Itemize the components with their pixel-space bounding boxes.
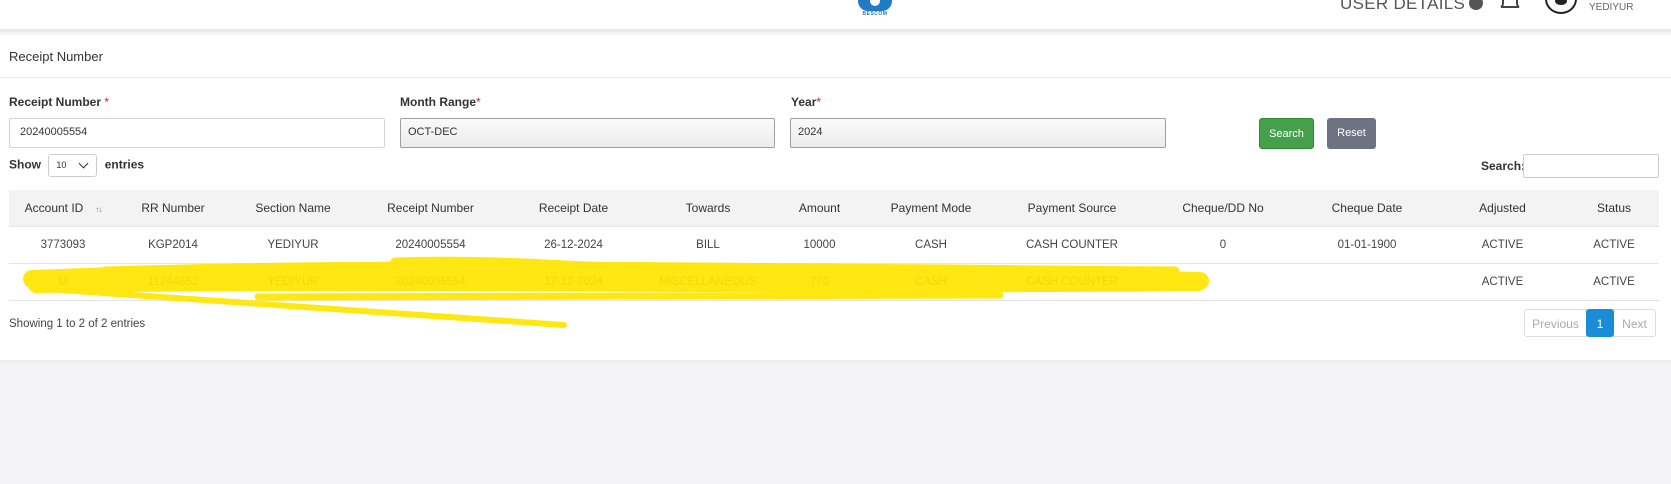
col-section-name[interactable]: Section Name bbox=[229, 190, 357, 226]
cell-adjusted: ACTIVE bbox=[1436, 263, 1569, 301]
cell-account-id: 3773093 bbox=[9, 225, 117, 264]
page-size-select[interactable]: 10 bbox=[48, 154, 98, 177]
cell-cheque-date: 01-01-1900 bbox=[1298, 225, 1436, 264]
cell-rr-number: 11244652 bbox=[117, 263, 229, 301]
previous-page-button[interactable]: Previous bbox=[1524, 309, 1587, 337]
cell-status: ACTIVE bbox=[1569, 225, 1659, 264]
col-amount[interactable]: Amount bbox=[773, 190, 866, 226]
receipt-card: Receipt Number Receipt Number * 20240005… bbox=[0, 35, 1671, 363]
user-details-link[interactable]: USER DETAILS bbox=[1340, 0, 1484, 14]
cell-receipt-date: 17-12-2024 bbox=[504, 263, 643, 301]
page-size-control: Show 10 entries bbox=[9, 154, 144, 177]
cell-payment-source: CASH COUNTER bbox=[996, 263, 1148, 301]
username: YEDIYUR bbox=[1589, 2, 1634, 13]
card-title: Receipt Number bbox=[0, 35, 1671, 78]
receipt-number-label: Receipt Number * bbox=[9, 95, 110, 109]
cell-payment-mode: CASH bbox=[866, 263, 996, 301]
col-cheque-dd-no[interactable]: Cheque/DD No bbox=[1148, 190, 1298, 226]
table-info: Showing 1 to 2 of 2 entries bbox=[9, 318, 146, 330]
cell-towards: MISCELLANEOUS bbox=[643, 263, 773, 301]
col-receipt-number[interactable]: Receipt Number bbox=[357, 190, 504, 226]
cell-receipt-number: 20240005554 bbox=[357, 225, 504, 264]
table-search-input[interactable] bbox=[1523, 154, 1659, 178]
col-receipt-date[interactable]: Receipt Date bbox=[504, 190, 643, 226]
col-towards[interactable]: Towards bbox=[643, 190, 773, 226]
col-account-id[interactable]: Account ID ↑↓ bbox=[9, 190, 117, 226]
entries-label: entries bbox=[104, 157, 145, 172]
cell-receipt-number: 20240005554 bbox=[357, 263, 504, 301]
cell-account-id: M bbox=[9, 263, 117, 301]
cell-adjusted: ACTIVE bbox=[1436, 225, 1569, 264]
user-details-label: USER DETAILS bbox=[1340, 0, 1466, 13]
bescom-logo: BESCOM bbox=[858, 0, 892, 17]
col-adjusted[interactable]: Adjusted bbox=[1436, 190, 1569, 226]
cell-cheque-date bbox=[1298, 263, 1436, 301]
cell-section-name: YEDIYUR bbox=[229, 263, 357, 301]
cell-cheque-dd-no bbox=[1148, 263, 1298, 301]
chevron-down-icon bbox=[1469, 0, 1484, 10]
year-input[interactable]: 2024 bbox=[790, 118, 1166, 148]
chevron-down-icon bbox=[78, 158, 89, 169]
col-status[interactable]: Status bbox=[1569, 190, 1659, 226]
sort-icon: ↑↓ bbox=[95, 204, 102, 214]
col-payment-mode[interactable]: Payment Mode bbox=[866, 190, 996, 226]
cell-amount: 770 bbox=[773, 263, 866, 301]
table-row[interactable]: 3773093 KGP2014 YEDIYUR 20240005554 26-1… bbox=[9, 225, 1659, 264]
month-range-input[interactable]: OCT-DEC bbox=[400, 118, 775, 148]
table-header-row: Account ID ↑↓ RR Number Section Name Rece… bbox=[9, 190, 1659, 226]
logo-text: BESCOM bbox=[862, 11, 888, 17]
month-range-label: Month Range* bbox=[400, 95, 481, 109]
cell-rr-number: KGP2014 bbox=[117, 225, 229, 264]
table-search-label: Search: bbox=[1481, 159, 1526, 173]
show-label: Show bbox=[9, 157, 41, 172]
logo-mark-icon bbox=[858, 0, 892, 11]
cell-payment-mode: CASH bbox=[866, 225, 996, 264]
cell-status: ACTIVE bbox=[1569, 263, 1659, 301]
search-button[interactable]: Search bbox=[1259, 118, 1314, 149]
reset-button[interactable]: Reset bbox=[1327, 118, 1376, 149]
top-bar: BESCOM USER DETAILS YEDIYUR bbox=[0, 0, 1671, 32]
avatar[interactable] bbox=[1545, 0, 1577, 14]
pagination: Previous 1 Next bbox=[1524, 309, 1656, 337]
next-page-button[interactable]: Next bbox=[1613, 309, 1656, 337]
receipts-table: Account ID ↑↓ RR Number Section Name Rece… bbox=[9, 190, 1659, 301]
table-row[interactable]: M 11244652 YEDIYUR 20240005554 17-12-202… bbox=[9, 263, 1659, 301]
col-payment-source[interactable]: Payment Source bbox=[996, 190, 1148, 226]
bell-icon[interactable] bbox=[1499, 0, 1521, 10]
col-rr-number[interactable]: RR Number bbox=[117, 190, 229, 226]
cell-cheque-dd-no: 0 bbox=[1148, 225, 1298, 264]
cell-payment-source: CASH COUNTER bbox=[996, 225, 1148, 264]
col-cheque-date[interactable]: Cheque Date bbox=[1298, 190, 1436, 226]
cell-towards: BILL bbox=[643, 225, 773, 264]
cell-amount: 10000 bbox=[773, 225, 866, 264]
cell-section-name: YEDIYUR bbox=[229, 225, 357, 264]
page-1-button[interactable]: 1 bbox=[1586, 309, 1614, 337]
cell-receipt-date: 26-12-2024 bbox=[504, 225, 643, 264]
receipt-number-input[interactable]: 20240005554 bbox=[9, 118, 385, 148]
year-label: Year* bbox=[791, 95, 822, 109]
